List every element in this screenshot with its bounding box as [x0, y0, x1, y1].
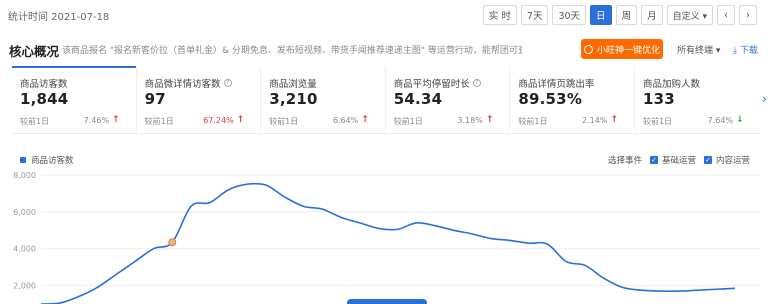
metric-label: 商品平均停留时长? [394, 76, 481, 90]
assistant-icon [583, 44, 593, 54]
range-day-button[interactable]: 日 [590, 5, 612, 25]
metric-label: 商品详情页跳出率 [518, 79, 595, 90]
metric-value: 3,210 [269, 90, 318, 108]
metric-card[interactable]: 商品平均停留时长? 54.34 较前1日 3.18% ↑ [386, 66, 511, 134]
up-arrow-icon: ↑ [485, 115, 494, 125]
next-cards-chevron-icon[interactable]: › [762, 92, 767, 106]
y-tick-label: 6,000 [13, 208, 36, 217]
help-icon[interactable]: ? [223, 79, 232, 87]
metric-change: 3.18% ↑ [457, 115, 494, 125]
help-icon[interactable]: ? [472, 79, 481, 87]
metric-label: 商品访客数 [20, 79, 68, 90]
metric-compare: 较前1日 [642, 117, 673, 126]
metric-change: 6.64% ↑ [332, 115, 369, 125]
metric-value: 89.53% [518, 90, 583, 108]
up-arrow-icon: ↑ [610, 115, 618, 125]
metric-compare: 较前1日 [269, 117, 299, 126]
metric-label: 商品浏览量 [269, 79, 317, 90]
metric-value: 97 [144, 90, 166, 108]
metric-value: 1,844 [20, 90, 69, 108]
top-bar: 统计时间 2021-07-18 实 时 7天 30天 日 周 月 自定义 ▾ ‹… [0, 0, 771, 32]
promo-label: 小旺神一键优化 [596, 45, 660, 56]
metric-change: 7.46% ↑ [83, 115, 120, 125]
metric-label: 商品加购人数 [642, 79, 700, 90]
visitors-line-chart[interactable]: 8,000 6,000 4,000 2,000 [0, 165, 771, 304]
y-tick-label: 2,000 [13, 282, 36, 291]
highlight-point[interactable] [168, 238, 177, 247]
range-realtime-button[interactable]: 实 时 [482, 5, 517, 25]
metric-compare: 较前1日 [20, 117, 50, 126]
metric-label: 商品微详情访客数? [145, 76, 232, 90]
chart-scroll-thumb[interactable] [347, 299, 427, 304]
metric-card[interactable]: 商品微详情访客数? 97 较前1日 67.24% ↑ [137, 66, 262, 134]
up-arrow-icon: ↑ [112, 115, 120, 125]
range-custom-dropdown[interactable]: 自定义 ▾ [666, 5, 713, 25]
section-description: 该商品报名 "报名新客价拉（首单礼金）& 分期免息、发布短视频、带货手闻推荐速递… [62, 46, 522, 56]
metric-compare: 较前1日 [393, 117, 423, 126]
check-icon: ✓ [704, 155, 713, 164]
check-icon: ✓ [650, 155, 659, 164]
metric-change: 7.64% ↓ [707, 115, 744, 125]
metric-value: 133 [642, 90, 675, 108]
up-arrow-icon: ↑ [236, 115, 245, 125]
stat-time: 统计时间 2021-07-18 [8, 12, 110, 23]
metric-card[interactable]: 商品详情页跳出率 89.53% 较前1日 2.14% ↑ [510, 66, 635, 134]
metric-compare: 较前1日 [144, 117, 174, 126]
metric-change: 2.14% ↑ [582, 115, 618, 125]
down-arrow-icon: ↓ [736, 115, 744, 125]
metric-compare: 较前1日 [518, 117, 548, 126]
section-title: 核心概况 [9, 44, 60, 59]
y-tick-label: 8,000 [13, 171, 36, 180]
core-overview-header: 核心概况 该商品报名 "报名新客价拉（首单礼金）& 分期免息、发布短视频、带货手… [0, 36, 771, 62]
range-30d-button[interactable]: 30天 [552, 5, 587, 25]
range-month-button[interactable]: 月 [641, 5, 663, 25]
download-button[interactable]: ⤓ 下载 [733, 43, 758, 56]
metric-change: 67.24% ↑ [203, 115, 245, 125]
metric-cards: 商品访客数 1,844 较前1日 7.46% ↑ 商品微详情访客数? 97 较前1… [12, 66, 760, 134]
y-tick-label: 4,000 [13, 245, 36, 254]
terminal-select[interactable]: 所有终端 ▾ [677, 43, 720, 56]
metric-value: 54.34 [393, 90, 443, 108]
up-arrow-icon: ↑ [361, 115, 369, 125]
promo-optimize-button[interactable]: 小旺神一键优化 [581, 39, 663, 59]
legend-swatch [20, 157, 26, 163]
prev-date-button[interactable]: ‹ [717, 5, 735, 25]
metric-card[interactable]: 商品访客数 1,844 较前1日 7.46% ↑ [12, 66, 137, 134]
metric-card[interactable]: 商品加购人数 133 较前1日 7.64% ↓ [635, 66, 760, 134]
metric-card[interactable]: 商品浏览量 3,210 较前1日 6.64% ↑ [261, 66, 386, 134]
range-7d-button[interactable]: 7天 [520, 5, 549, 25]
next-date-button[interactable]: › [739, 5, 757, 25]
range-week-button[interactable]: 周 [615, 5, 638, 25]
date-range-group: 实 时 7天 30天 日 周 月 自定义 ▾ ‹ › [482, 5, 757, 25]
